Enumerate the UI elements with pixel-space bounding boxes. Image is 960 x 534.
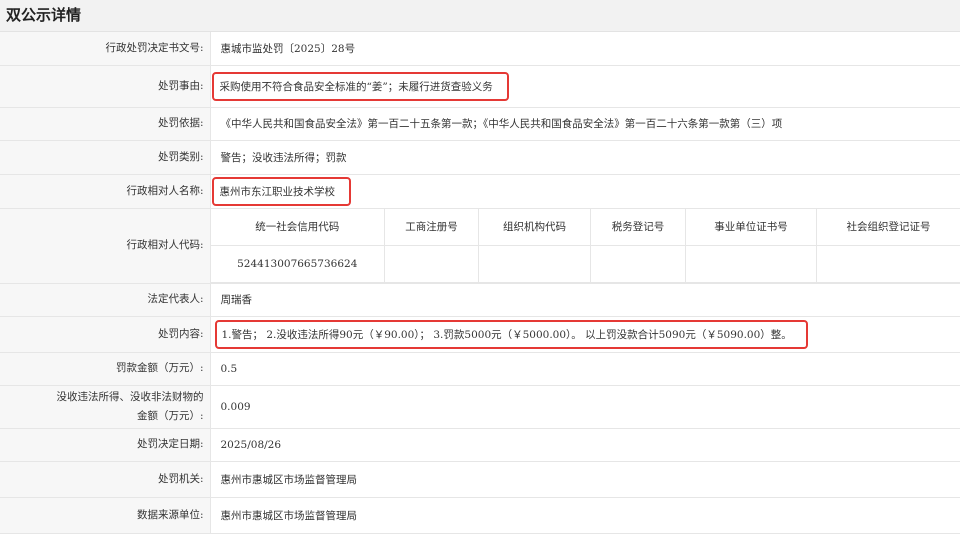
party-name-label: 行政相对人名称: bbox=[0, 174, 210, 208]
category-value: 警告；没收违法所得；罚款 bbox=[210, 140, 960, 174]
decision-date-label: 处罚决定日期: bbox=[0, 428, 210, 461]
fine-value: 0.5 bbox=[210, 352, 960, 385]
basis-value: 《中华人民共和国食品安全法》第一百二十五条第一款；《中华人民共和国食品安全法》第… bbox=[210, 107, 960, 140]
content-cell: 1.警告； 2.没收违法所得90元（￥90.00）； 3.罚款5000元（￥50… bbox=[210, 316, 960, 352]
content-value: 1.警告； 2.没收违法所得90元（￥90.00）； 3.罚款5000元（￥50… bbox=[222, 329, 792, 341]
legal-rep-value: 周瑞香 bbox=[210, 283, 960, 316]
confiscation-label-line2: 金额（万元）: bbox=[1, 407, 204, 426]
detail-table: 行政处罚决定书文号: 惠城市监处罚〔2025〕28号 处罚事由: 采购使用不符合… bbox=[0, 32, 960, 534]
party-name-cell: 惠州市东江职业技术学校 bbox=[210, 174, 960, 208]
row-legal-rep: 法定代表人: 周瑞香 bbox=[0, 283, 960, 316]
row-authority: 处罚机关: 惠州市惠城区市场监督管理局 bbox=[0, 461, 960, 497]
party-code-value-row: 524413007665736624 bbox=[211, 245, 960, 282]
legal-rep-label: 法定代表人: bbox=[0, 283, 210, 316]
doc-no-label: 行政处罚决定书文号: bbox=[0, 32, 210, 65]
fine-label: 罚款金额（万元）: bbox=[0, 352, 210, 385]
reason-cell: 采购使用不符合食品安全标准的“姜”；未履行进货查验义务 bbox=[210, 65, 960, 107]
confiscation-value: 0.009 bbox=[210, 385, 960, 428]
source-label: 数据来源单位: bbox=[0, 497, 210, 533]
code-header-org-code: 组织机构代码 bbox=[479, 209, 591, 246]
basis-label: 处罚依据: bbox=[0, 107, 210, 140]
code-header-tax-reg: 税务登记号 bbox=[591, 209, 686, 246]
reason-label: 处罚事由: bbox=[0, 65, 210, 107]
decision-date-value: 2025/08/26 bbox=[210, 428, 960, 461]
party-code-label: 行政相对人代码: bbox=[0, 208, 210, 283]
row-decision-date: 处罚决定日期: 2025/08/26 bbox=[0, 428, 960, 461]
reason-value: 采购使用不符合食品安全标准的“姜”；未履行进货查验义务 bbox=[220, 81, 493, 93]
party-code-header-row: 统一社会信用代码 工商注册号 组织机构代码 税务登记号 事业单位证书号 社会组织… bbox=[211, 209, 960, 246]
code-header-social-org-cert: 社会组织登记证号 bbox=[817, 209, 960, 246]
row-confiscation: 没收违法所得、没收非法财物的 金额（万元）: 0.009 bbox=[0, 385, 960, 428]
row-fine: 罚款金额（万元）: 0.5 bbox=[0, 352, 960, 385]
row-party-code: 行政相对人代码: 统一社会信用代码 工商注册号 组织机构代码 税务登记号 事业单… bbox=[0, 208, 960, 283]
code-value-tax-reg bbox=[591, 245, 686, 282]
code-value-social-org-cert bbox=[817, 245, 960, 282]
category-label: 处罚类别: bbox=[0, 140, 210, 174]
source-value: 惠州市惠城区市场监督管理局 bbox=[210, 497, 960, 533]
party-name-value: 惠州市东江职业技术学校 bbox=[220, 186, 336, 198]
code-header-institution-cert: 事业单位证书号 bbox=[686, 209, 817, 246]
reason-highlight-box: 采购使用不符合食品安全标准的“姜”；未履行进货查验义务 bbox=[212, 72, 509, 101]
authority-value: 惠州市惠城区市场监督管理局 bbox=[210, 461, 960, 497]
row-reason: 处罚事由: 采购使用不符合食品安全标准的“姜”；未履行进货查验义务 bbox=[0, 65, 960, 107]
row-source: 数据来源单位: 惠州市惠城区市场监督管理局 bbox=[0, 497, 960, 533]
page-title: 双公示详情 bbox=[0, 0, 960, 32]
code-value-org-code bbox=[479, 245, 591, 282]
doc-no-value: 惠城市监处罚〔2025〕28号 bbox=[210, 32, 960, 65]
party-name-highlight-box: 惠州市东江职业技术学校 bbox=[212, 177, 352, 206]
party-code-table: 统一社会信用代码 工商注册号 组织机构代码 税务登记号 事业单位证书号 社会组织… bbox=[211, 209, 960, 283]
party-code-cell: 统一社会信用代码 工商注册号 组织机构代码 税务登记号 事业单位证书号 社会组织… bbox=[210, 208, 960, 283]
code-value-credit: 524413007665736624 bbox=[211, 245, 385, 282]
code-header-business-reg: 工商注册号 bbox=[385, 209, 479, 246]
code-value-institution-cert bbox=[686, 245, 817, 282]
code-value-business-reg bbox=[385, 245, 479, 282]
code-header-credit: 统一社会信用代码 bbox=[211, 209, 385, 246]
row-basis: 处罚依据: 《中华人民共和国食品安全法》第一百二十五条第一款；《中华人民共和国食… bbox=[0, 107, 960, 140]
confiscation-label-line1: 没收违法所得、没收非法财物的 bbox=[1, 388, 204, 407]
row-category: 处罚类别: 警告；没收违法所得；罚款 bbox=[0, 140, 960, 174]
row-content: 处罚内容: 1.警告； 2.没收违法所得90元（￥90.00）； 3.罚款500… bbox=[0, 316, 960, 352]
row-doc-no: 行政处罚决定书文号: 惠城市监处罚〔2025〕28号 bbox=[0, 32, 960, 65]
content-highlight-box: 1.警告； 2.没收违法所得90元（￥90.00）； 3.罚款5000元（￥50… bbox=[215, 320, 808, 349]
confiscation-label: 没收违法所得、没收非法财物的 金额（万元）: bbox=[0, 385, 210, 428]
row-party-name: 行政相对人名称: 惠州市东江职业技术学校 bbox=[0, 174, 960, 208]
content-label: 处罚内容: bbox=[0, 316, 210, 352]
authority-label: 处罚机关: bbox=[0, 461, 210, 497]
